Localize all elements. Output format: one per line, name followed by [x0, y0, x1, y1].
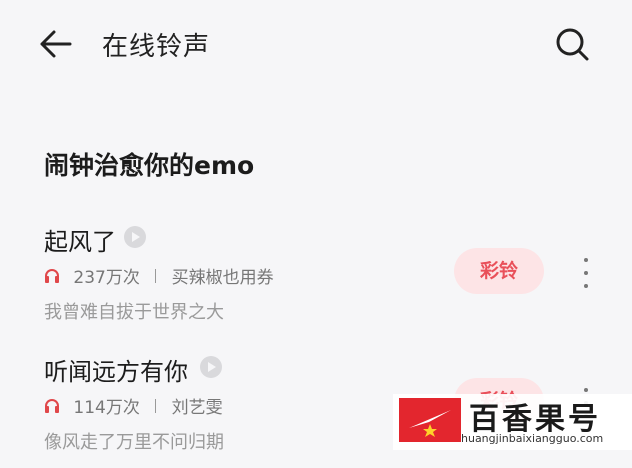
song-title: 起风了 — [44, 228, 116, 256]
list-item[interactable]: 起风了 237万次 买辣椒也用券 我曾难自拔于世界之大 彩铃 — [0, 218, 632, 338]
song-lyric: 我曾难自拔于世界之大 — [44, 302, 224, 323]
page-title: 在线铃声 — [102, 32, 211, 62]
divider — [155, 398, 157, 413]
watermark-logo-icon — [399, 398, 461, 442]
headphone-icon — [44, 397, 60, 415]
song-title: 听闻远方有你 — [44, 358, 188, 386]
more-options-button[interactable] — [576, 256, 596, 290]
song-lyric: 像风走了万里不问归期 — [44, 432, 224, 453]
artist-name: 刘艺雯 — [171, 398, 223, 418]
search-icon — [556, 28, 589, 61]
song-meta: 237万次 买辣椒也用券 — [44, 263, 274, 288]
play-preview-icon[interactable] — [124, 226, 146, 248]
play-count: 114万次 — [73, 398, 140, 418]
play-count: 237万次 — [73, 268, 140, 288]
section-title: 闹钟治愈你的emo — [44, 151, 255, 180]
watermark: 百香果号 huangjinbaixiangguo.com — [393, 394, 632, 450]
ringback-button[interactable]: 彩铃 — [454, 248, 544, 294]
search-button[interactable] — [552, 24, 592, 64]
artist-name: 买辣椒也用券 — [171, 268, 274, 288]
top-bar: 在线铃声 — [0, 0, 632, 90]
watermark-url: huangjinbaixiangguo.com — [461, 432, 604, 445]
arrow-left-icon — [40, 30, 72, 58]
play-preview-icon[interactable] — [200, 356, 222, 378]
divider — [155, 268, 157, 283]
back-button[interactable] — [36, 26, 76, 62]
headphone-icon — [44, 267, 60, 285]
song-meta: 114万次 刘艺雯 — [44, 393, 223, 418]
